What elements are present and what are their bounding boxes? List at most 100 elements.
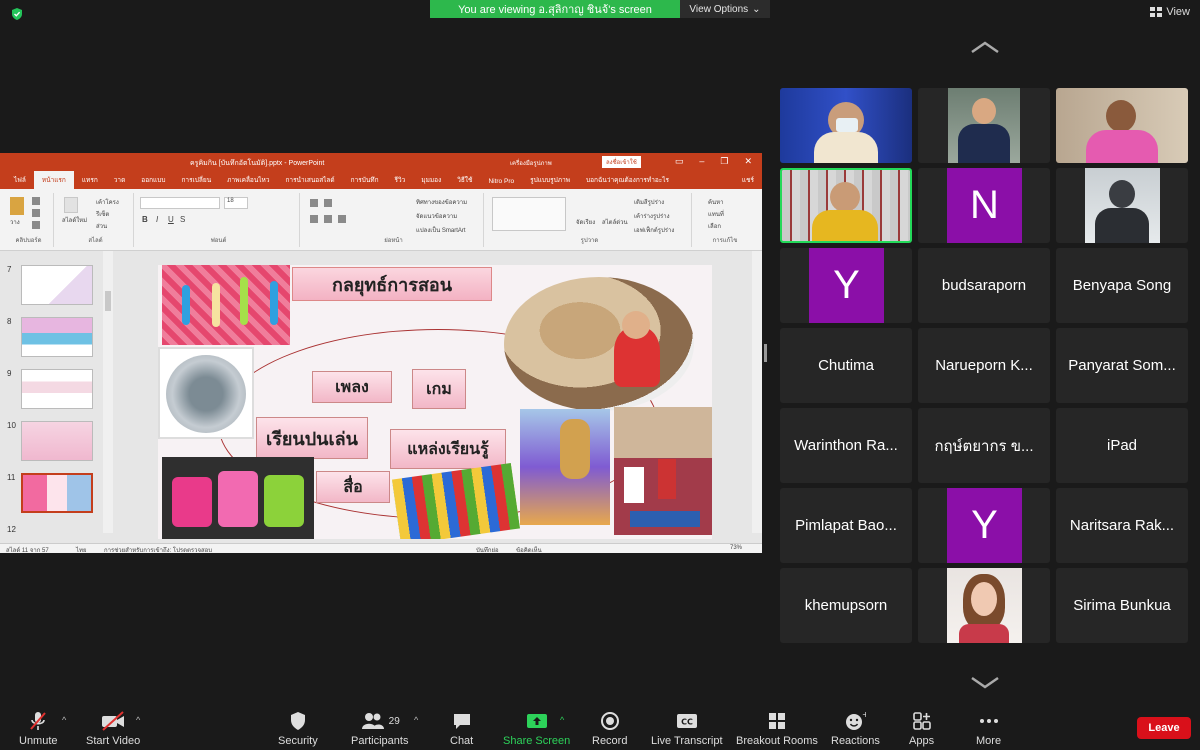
view-button[interactable]: View [1150, 6, 1190, 18]
font-name-input[interactable] [140, 197, 220, 209]
quick-styles-label[interactable]: สไตล์ด่วน [602, 217, 628, 227]
ppt-signin-button[interactable]: ลงชื่อเข้าใช้ [602, 156, 641, 168]
participant-tile[interactable] [918, 568, 1050, 643]
status-language[interactable]: ไทย [76, 545, 87, 553]
underline-icon[interactable]: U [168, 215, 174, 224]
tab-view[interactable]: มุมมอง [413, 175, 449, 189]
text-direction-label[interactable]: ทิศทางของข้อความ [416, 197, 467, 207]
select-label[interactable]: เลือก [708, 221, 721, 231]
tab-picture-format[interactable]: รูปแบบรูปภาพ [522, 175, 578, 189]
tab-draw[interactable]: วาด [106, 175, 134, 189]
more-button[interactable]: More [976, 711, 1001, 747]
apps-button[interactable]: Apps [909, 711, 934, 747]
copy-icon[interactable] [32, 209, 40, 217]
shape-outline-label[interactable]: เค้าร่างรูปร่าง [634, 211, 670, 221]
view-options-button[interactable]: View Options ⌄ [680, 0, 770, 18]
shadow-icon[interactable]: S [180, 215, 185, 224]
participant-tile[interactable]: budsaraporn [918, 248, 1050, 323]
tab-home[interactable]: หน้าแรก [33, 171, 74, 189]
record-button[interactable]: Record [592, 711, 627, 747]
participant-tile[interactable]: khemupsorn [780, 568, 912, 643]
slide-thumbnail[interactable] [21, 369, 93, 409]
splitter-handle[interactable] [764, 344, 767, 362]
align-center-icon[interactable] [324, 215, 332, 223]
smartart-label[interactable]: แปลงเป็น SmartArt [416, 225, 466, 235]
font-size-input[interactable]: 18 [224, 197, 248, 209]
slide-thumbnail[interactable] [21, 265, 93, 305]
slide-thumbnail[interactable] [21, 317, 93, 357]
thumbnail-scrollbar[interactable] [103, 251, 113, 533]
reset-label[interactable]: รีเซ็ต [96, 209, 109, 219]
status-comments[interactable]: ข้อคิดเห็น [516, 545, 542, 553]
italic-icon[interactable]: I [156, 215, 158, 224]
participant-tile[interactable]: Narueporn K... [918, 328, 1050, 403]
participant-tile[interactable]: กฤษ์ตยากร ข... [918, 408, 1050, 483]
tab-review[interactable]: รีวิว [387, 175, 414, 189]
tab-help[interactable]: วิธีใช้ [449, 175, 480, 189]
participant-tile[interactable]: iPad [1056, 408, 1188, 483]
reactions-button[interactable]: + Reactions [831, 711, 880, 747]
align-text-label[interactable]: จัดแนวข้อความ [416, 211, 457, 221]
video-options-caret[interactable]: ^ [136, 715, 140, 725]
status-accessibility[interactable]: การช่วยสำหรับการเข้าถึง: โปรดตรวจสอบ [104, 545, 212, 553]
unmute-button[interactable]: Unmute [19, 711, 58, 747]
minimize-icon[interactable]: – [699, 156, 704, 167]
bold-icon[interactable]: B [142, 215, 148, 224]
slide-thumbnails-pane[interactable]: 7 8 9 10 11 12 [0, 251, 100, 534]
chevron-down-icon[interactable] [970, 676, 1000, 690]
cut-icon[interactable] [32, 197, 40, 205]
participant-tile[interactable] [780, 88, 912, 163]
status-notes[interactable]: บันทึกย่อ [476, 545, 499, 553]
tab-insert[interactable]: แทรก [74, 175, 106, 189]
participant-tile[interactable]: Warinthon Ra... [780, 408, 912, 483]
scrollbar-handle[interactable] [105, 291, 111, 311]
align-left-icon[interactable] [310, 215, 318, 223]
numbering-icon[interactable] [324, 199, 332, 207]
chevron-up-icon[interactable] [970, 40, 1000, 54]
leave-button[interactable]: Leave [1137, 717, 1191, 739]
tell-me-search[interactable]: บอกฉันว่าคุณต้องการทำอะไร [578, 175, 677, 189]
slide-thumbnail[interactable] [21, 421, 93, 461]
tab-recording[interactable]: การบันทึก [343, 175, 387, 189]
participant-tile-active-speaker[interactable] [780, 168, 912, 243]
breakout-rooms-button[interactable]: Breakout Rooms [736, 711, 818, 747]
participant-tile[interactable]: Y [918, 488, 1050, 563]
participant-tile[interactable]: Panyarat Som... [1056, 328, 1188, 403]
participant-tile[interactable]: Y [780, 248, 912, 323]
share-options-caret[interactable]: ^ [560, 715, 564, 725]
tab-design[interactable]: ออกแบบ [133, 175, 173, 189]
format-painter-icon[interactable] [32, 221, 40, 229]
slide-scrollbar[interactable] [752, 251, 762, 533]
start-video-button[interactable]: Start Video [86, 711, 140, 747]
tab-nitro[interactable]: Nitro Pro [480, 178, 522, 189]
shield-icon[interactable] [10, 7, 24, 21]
live-transcript-button[interactable]: CC Live Transcript [651, 711, 723, 747]
participants-button[interactable]: 29 Participants [351, 711, 408, 747]
ribbon-display-icon[interactable]: ▭ [675, 156, 684, 167]
current-slide[interactable]: กลยุทธ์การสอน เพลง เกม เรียนปนเล่น แหล่ง… [158, 265, 712, 539]
shape-effects-label[interactable]: เอฟเฟ็กต์รูปร่าง [634, 225, 674, 235]
replace-label[interactable]: แทนที่ [708, 209, 724, 219]
participant-tile[interactable]: Chutima [780, 328, 912, 403]
tab-transitions[interactable]: การเปลี่ยน [173, 175, 219, 189]
close-icon[interactable]: ✕ [744, 156, 752, 167]
audio-options-caret[interactable]: ^ [62, 715, 66, 725]
slide-thumbnail-selected[interactable] [21, 473, 93, 513]
tab-animations[interactable]: ภาพเคลื่อนไหว [219, 175, 277, 189]
chat-button[interactable]: Chat [450, 711, 473, 747]
participant-tile[interactable]: Benyapa Song [1056, 248, 1188, 323]
new-slide-icon[interactable] [64, 197, 78, 213]
align-right-icon[interactable] [338, 215, 346, 223]
layout-label[interactable]: เค้าโครง [96, 197, 119, 207]
participant-tile[interactable] [1056, 168, 1188, 243]
security-button[interactable]: Security [278, 711, 318, 747]
shape-fill-label[interactable]: เติมสีรูปร่าง [634, 197, 664, 207]
status-zoom[interactable]: 73% [730, 545, 742, 551]
participant-tile[interactable] [918, 88, 1050, 163]
shared-screen[interactable]: ครูคิมกิน [บันทึกอัตโนมัติ].pptx - Power… [0, 153, 762, 553]
shapes-gallery[interactable] [492, 197, 566, 231]
maximize-icon[interactable]: ❐ [720, 156, 728, 167]
bullets-icon[interactable] [310, 199, 318, 207]
participant-tile[interactable]: Sirima Bunkua [1056, 568, 1188, 643]
participant-tile[interactable]: Naritsara Rak... [1056, 488, 1188, 563]
